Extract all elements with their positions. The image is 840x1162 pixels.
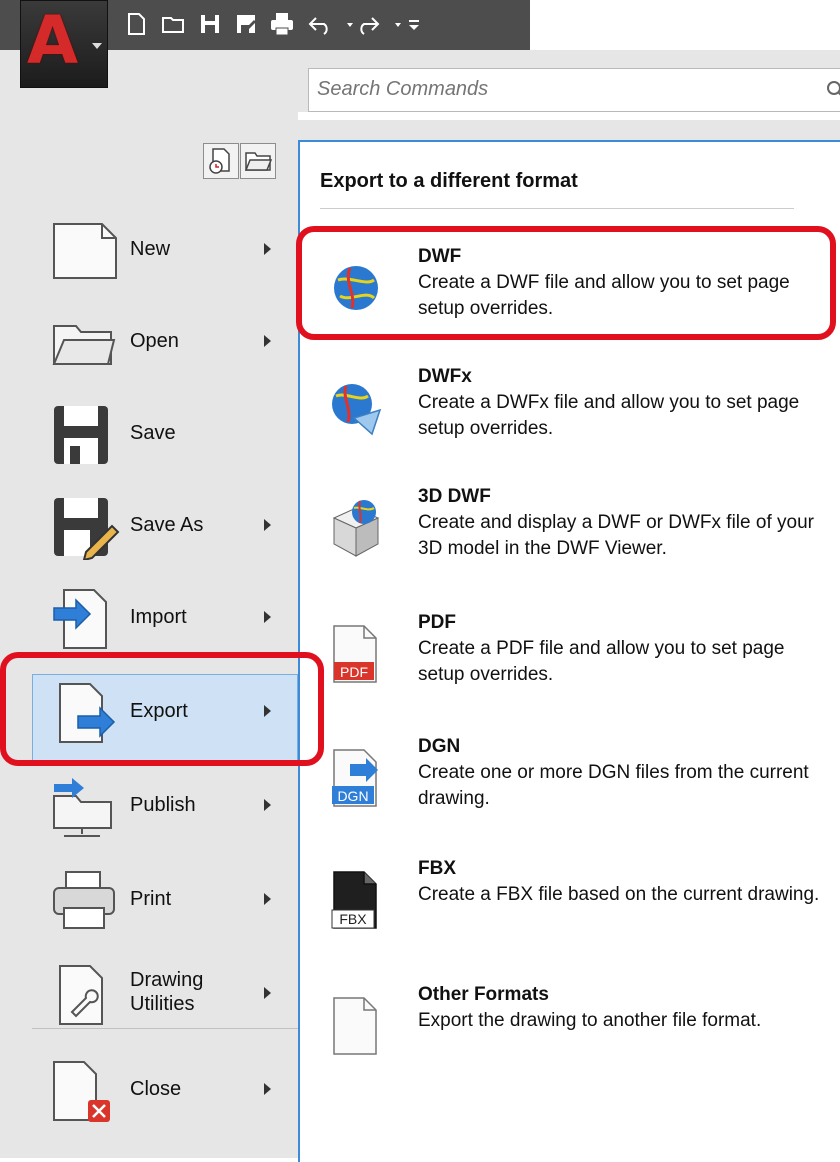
3d-dwf-icon [330,498,382,558]
blank-file-icon [330,996,382,1056]
chevron-right-icon [264,519,271,531]
publish-icon [50,774,120,840]
export-option-title: 3D DWF [418,486,491,507]
export-option-title: DGN [418,736,461,757]
menu-item-label-line1: Drawing [130,969,204,991]
save-icon[interactable] [196,10,224,38]
chevron-right-icon [264,987,271,999]
recent-documents-icon [209,148,230,174]
menu-item-label: Print [130,888,172,910]
panel-title: Export to a different format [320,170,578,192]
print-icon [50,868,120,934]
export-option-3d-dwf[interactable]: 3D DWF Create and display a DWF or DWFx … [300,486,840,578]
chevron-right-icon [264,1083,271,1095]
close-document-icon [50,1058,120,1124]
open-documents-button[interactable] [240,143,276,179]
export-highlight-box [0,652,324,766]
menu-item-close[interactable]: Close [50,1050,295,1132]
wrench-document-icon [50,962,120,1028]
open-folder-icon [244,152,273,171]
open-folder-icon[interactable] [160,10,188,38]
menu-divider [32,1028,298,1029]
export-option-description: Create a PDF file and allow you to set p… [418,638,785,685]
menu-item-save[interactable]: Save [50,394,295,476]
chevron-right-icon [264,611,271,623]
menu-item-label-line2: Utilities [130,993,195,1015]
export-option-title: DWFx [418,366,472,387]
print-icon[interactable] [268,10,296,38]
undo-icon[interactable] [306,10,334,38]
recent-documents-button[interactable] [203,143,239,179]
new-icon[interactable] [122,10,150,38]
menu-item-print[interactable]: Print [50,860,295,942]
menu-item-label: Drawing Utilities [130,968,203,1016]
app-logo: A [27,2,79,79]
dgn-icon: DGN [330,748,382,808]
menu-item-drawing-utilities[interactable]: Drawing Utilities [50,954,295,1036]
export-option-title: PDF [418,612,456,633]
chevron-right-icon [264,799,271,811]
export-option-other-formats[interactable]: Other Formats Export the drawing to anot… [300,984,840,1076]
search-input[interactable] [315,77,799,102]
panel-top-gap [298,120,840,142]
menu-item-label: New [130,238,171,260]
menu-item-label: Save [130,422,176,444]
export-option-dgn[interactable]: DGN DGN Create one or more DGN files fro… [300,736,840,828]
export-option-description: Create a FBX file based on the current d… [418,884,820,905]
application-menu-button[interactable]: A [20,0,108,88]
menu-item-publish[interactable]: Publish [50,766,295,848]
export-option-description: Create one or more DGN files from the cu… [418,762,809,809]
chevron-right-icon [264,243,271,255]
fbx-badge: FBX [339,911,367,927]
save-icon [50,402,120,468]
save-as-icon [50,494,120,562]
export-option-description: Create a DWFx file and allow you to set … [418,392,800,439]
fbx-icon: FBX [330,870,382,930]
open-folder-icon [50,310,120,376]
export-option-description: Export the drawing to another file forma… [418,1010,762,1031]
panel-separator [320,208,794,209]
export-option-dwfx[interactable]: DWFx Create a DWFx file and allow you to… [300,366,840,458]
saveas-icon[interactable] [232,10,260,38]
chevron-right-icon [264,893,271,905]
new-icon [50,218,120,284]
chevron-down-icon [92,43,102,49]
customize-icon[interactable] [400,10,419,38]
export-option-fbx[interactable]: FBX FBX Create a FBX file based on the c… [300,858,840,950]
pdf-badge: PDF [340,664,368,680]
menu-item-label: Publish [130,794,196,816]
chevron-right-icon [264,335,271,347]
export-option-pdf[interactable]: PDF PDF Create a PDF file and allow you … [300,612,840,704]
dwf-highlight-box [296,226,836,340]
menu-item-label: Open [130,330,179,352]
redo-icon[interactable] [354,10,382,38]
export-option-title: Other Formats [418,984,549,1005]
menu-item-import[interactable]: Import [50,578,295,660]
export-option-title: FBX [418,858,456,879]
dgn-badge: DGN [337,788,368,804]
search-icon[interactable] [825,79,840,101]
pdf-icon: PDF [330,624,382,684]
menu-item-save-as[interactable]: Save As [50,486,295,568]
undo-dropdown-icon[interactable] [336,10,353,38]
menu-item-label: Import [130,606,187,628]
menu-item-open[interactable]: Open [50,302,295,384]
dwfx-globe-icon [330,378,382,438]
export-option-description: Create and display a DWF or DWFx file of… [418,512,814,559]
search-box[interactable] [308,68,840,112]
import-icon [50,586,120,652]
menu-item-label: Close [130,1078,182,1100]
menu-item-label: Save As [130,514,204,536]
redo-dropdown-icon[interactable] [384,10,401,38]
menu-item-new[interactable]: New [50,210,295,292]
